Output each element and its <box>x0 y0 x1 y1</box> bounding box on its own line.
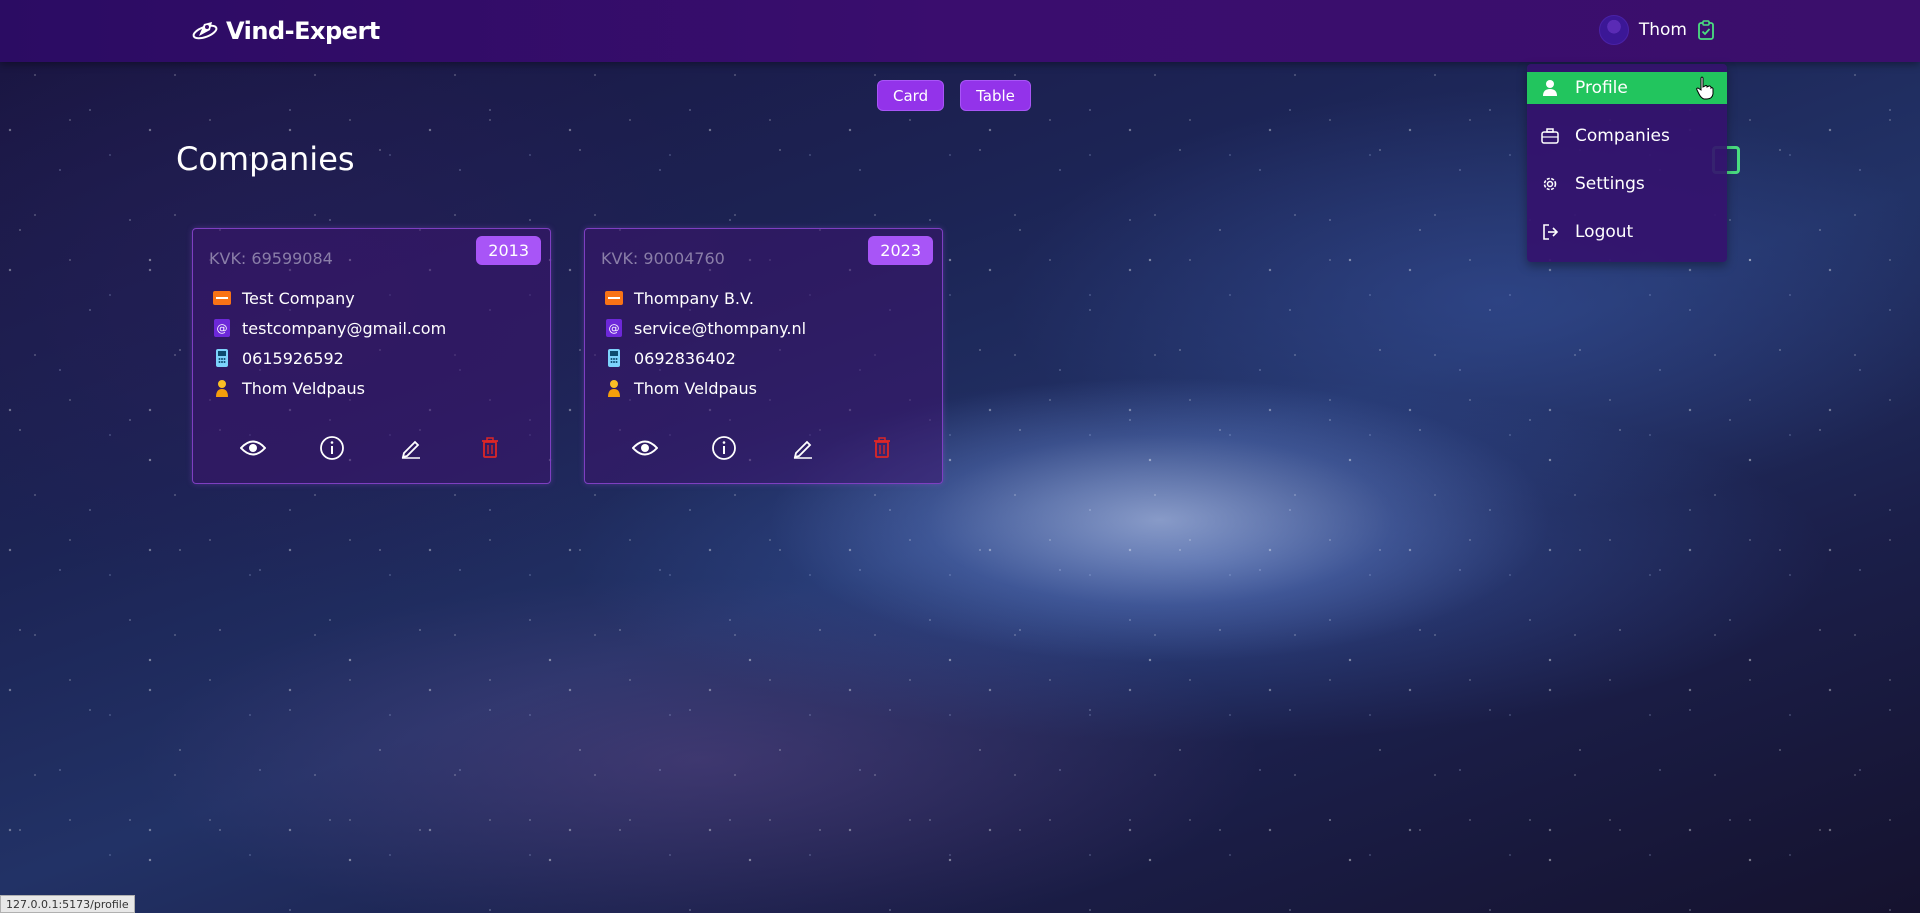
id-card-icon <box>605 289 623 307</box>
avatar[interactable] <box>1598 15 1629 45</box>
brand-link[interactable]: Vind-Expert <box>190 14 380 48</box>
view-eye-icon[interactable] <box>239 434 267 462</box>
year-badge: 2023 <box>868 236 933 265</box>
person-icon <box>213 379 231 397</box>
menu-item-logout[interactable]: Logout <box>1527 216 1727 248</box>
company-info-list: Test Company @ testcompany@gmail.com 061… <box>213 283 446 403</box>
company-info-list: Thompany B.V. @ service@thompany.nl 0692… <box>605 283 806 403</box>
company-contact: Thom Veldpaus <box>634 378 757 398</box>
table-view-button[interactable]: Table <box>960 80 1031 111</box>
company-contact-row: Thom Veldpaus <box>213 373 446 403</box>
svg-text:@: @ <box>217 322 228 335</box>
user-icon <box>1541 79 1559 97</box>
kvk-number: KVK: 69599084 <box>209 249 333 268</box>
edit-pencil-icon[interactable] <box>789 434 817 462</box>
card-actions <box>585 434 942 462</box>
year-badge: 2013 <box>476 236 541 265</box>
menu-item-label: Logout <box>1575 222 1634 242</box>
view-eye-icon[interactable] <box>631 434 659 462</box>
phone-icon <box>213 349 231 367</box>
menu-item-label: Settings <box>1575 174 1645 194</box>
edit-pencil-icon[interactable] <box>397 434 425 462</box>
email-icon: @ <box>605 319 623 337</box>
company-email-row: @ service@thompany.nl <box>605 313 806 343</box>
phone-icon <box>605 349 623 367</box>
svg-text:@: @ <box>609 322 620 335</box>
view-toggle: Card Table <box>877 80 1031 111</box>
company-phone: 0615926592 <box>242 348 344 368</box>
kvk-number: KVK: 90004760 <box>601 249 725 268</box>
email-icon: @ <box>213 319 231 337</box>
card-actions <box>193 434 550 462</box>
company-name: Thompany B.V. <box>634 288 754 308</box>
info-icon[interactable] <box>318 434 346 462</box>
menu-item-settings[interactable]: Settings <box>1527 168 1727 200</box>
navbar: Vind-Expert Thom <box>0 0 1920 62</box>
hand-cursor-icon <box>1696 76 1714 100</box>
company-email: service@thompany.nl <box>634 318 807 338</box>
info-icon[interactable] <box>710 434 738 462</box>
logout-icon <box>1541 223 1559 241</box>
user-menu-toggle[interactable]: Thom <box>1598 14 1715 46</box>
card-view-button[interactable]: Card <box>877 80 945 111</box>
company-name-row: Thompany B.V. <box>605 283 806 313</box>
menu-item-label: Profile <box>1575 78 1628 98</box>
gear-icon <box>1541 175 1559 193</box>
company-email-row: @ testcompany@gmail.com <box>213 313 446 343</box>
company-phone-row: 0615926592 <box>213 343 446 373</box>
company-name: Test Company <box>242 288 355 308</box>
company-contact: Thom Veldpaus <box>242 378 365 398</box>
person-icon <box>605 379 623 397</box>
menu-item-label: Companies <box>1575 126 1670 146</box>
rocket-logo-icon <box>190 16 220 46</box>
brand-name: Vind-Expert <box>226 17 380 45</box>
company-card: KVK: 69599084 2013 Test Company @ testco… <box>192 228 551 484</box>
briefcase-icon <box>1541 127 1559 145</box>
company-name-row: Test Company <box>213 283 446 313</box>
company-contact-row: Thom Veldpaus <box>605 373 806 403</box>
company-card: KVK: 90004760 2023 Thompany B.V. @ servi… <box>584 228 943 484</box>
user-name[interactable]: Thom <box>1639 20 1687 40</box>
id-card-icon <box>213 289 231 307</box>
delete-trash-icon[interactable] <box>476 434 504 462</box>
clipboard-check-icon[interactable] <box>1697 20 1715 40</box>
delete-trash-icon[interactable] <box>868 434 896 462</box>
menu-item-companies[interactable]: Companies <box>1527 120 1727 152</box>
status-bar-url: 127.0.0.1:5173/profile <box>0 895 135 913</box>
company-phone-row: 0692836402 <box>605 343 806 373</box>
company-phone: 0692836402 <box>634 348 736 368</box>
company-email: testcompany@gmail.com <box>242 318 447 338</box>
page-title: Companies <box>176 140 355 178</box>
company-card-list: KVK: 69599084 2013 Test Company @ testco… <box>192 228 943 484</box>
